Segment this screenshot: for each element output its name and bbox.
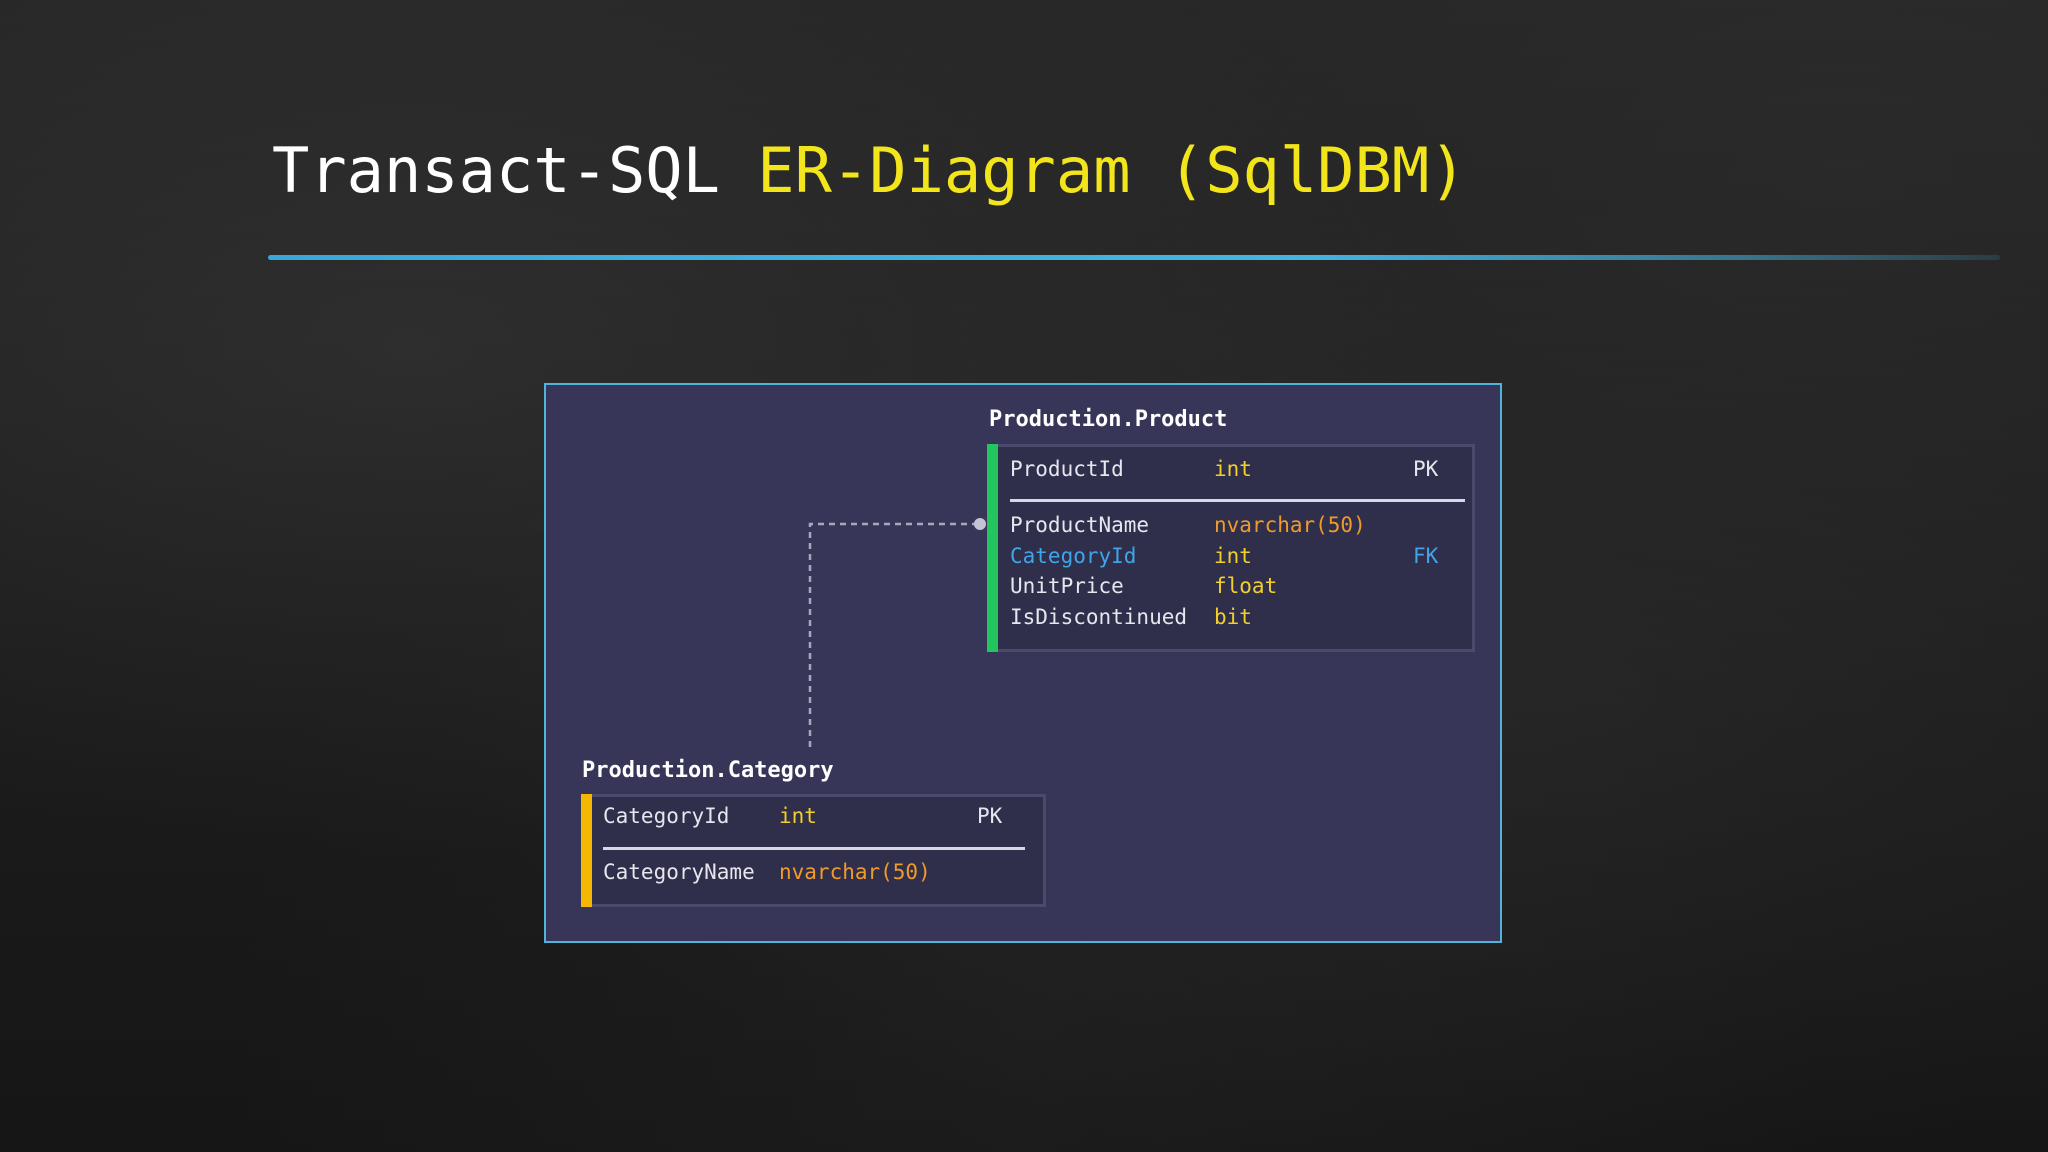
column-name: CategoryId [1010, 544, 1137, 568]
product-table[interactable]: ProductId int PK ProductName nvarchar(50… [987, 444, 1475, 652]
column-type: bit [1214, 605, 1252, 629]
column-type: int [1214, 457, 1252, 481]
product-pk-row: ProductId int PK [990, 454, 1472, 484]
column-name: IsDiscontinued [1010, 605, 1188, 629]
title-divider [268, 255, 2000, 260]
title-part-1: Transact-SQL [272, 134, 720, 207]
product-column-row: ProductName nvarchar(50) [990, 510, 1472, 540]
product-column-row: IsDiscontinued bit [990, 602, 1472, 632]
pk-divider [1010, 499, 1465, 502]
column-type: float [1214, 574, 1278, 598]
product-column-row: UnitPrice float [990, 571, 1472, 601]
column-type: int [1214, 544, 1252, 568]
column-name: CategoryName [603, 860, 755, 884]
category-table[interactable]: CategoryId int PK CategoryName nvarchar(… [581, 794, 1046, 907]
pk-badge: PK [1413, 457, 1439, 481]
title-part-2: ER-Diagram (SqlDBM) [757, 134, 1467, 207]
pk-badge: PK [977, 804, 1003, 828]
product-column-row-fk: CategoryId int FK [990, 541, 1472, 571]
column-name: CategoryId [603, 804, 730, 828]
relationship-endpoint-dot [974, 518, 986, 530]
column-type: nvarchar(50) [1214, 513, 1366, 537]
product-table-title: Production.Product [989, 407, 1228, 432]
category-pk-row: CategoryId int PK [584, 801, 1043, 831]
column-type: nvarchar(50) [779, 860, 931, 884]
column-name: ProductName [1010, 513, 1150, 537]
fk-badge: FK [1413, 544, 1439, 568]
column-name: UnitPrice [1010, 574, 1124, 598]
category-table-title: Production.Category [582, 758, 834, 783]
er-diagram-canvas: Production.Product ProductId int PK Prod… [544, 383, 1502, 943]
pk-divider [603, 847, 1025, 850]
column-type: int [779, 804, 817, 828]
slide-title: Transact-SQL ER-Diagram (SqlDBM) [272, 128, 1466, 214]
category-column-row: CategoryName nvarchar(50) [584, 857, 1043, 887]
column-name: ProductId [1010, 457, 1124, 481]
